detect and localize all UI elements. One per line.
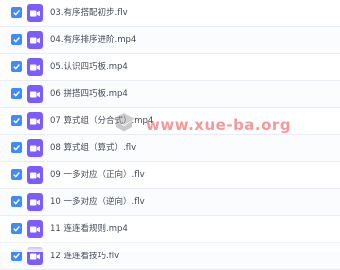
file-name: 08 算式组（算式）.flv <box>50 143 137 153</box>
checkbox-checked-icon[interactable] <box>11 169 22 180</box>
bottom-fade <box>0 238 340 252</box>
list-item[interactable]: 05.认识四巧板.mp4 <box>0 54 340 81</box>
video-file-icon <box>27 4 43 22</box>
file-name: 09 一多对应（正向）.flv <box>50 170 145 180</box>
video-file-icon <box>27 220 43 238</box>
checkbox-checked-icon[interactable] <box>11 61 22 72</box>
file-name: 11 连连看规则.mp4 <box>50 224 128 234</box>
video-file-icon <box>27 166 43 184</box>
video-file-icon <box>27 85 43 103</box>
video-file-icon <box>27 58 43 76</box>
checkbox-checked-icon[interactable] <box>11 196 22 207</box>
file-name: 06 拼搭四巧板.mp4 <box>50 89 128 99</box>
video-file-icon <box>27 193 43 211</box>
video-file-icon <box>27 139 43 157</box>
file-name: 04.有序排序进阶.mp4 <box>50 35 137 45</box>
video-file-icon <box>27 112 43 130</box>
list-item[interactable]: 04.有序排序进阶.mp4 <box>0 27 340 54</box>
video-file-icon <box>27 31 43 49</box>
checkbox-checked-icon[interactable] <box>11 34 22 45</box>
list-item[interactable]: 03.有序搭配初步.flv <box>0 0 340 27</box>
watermark-text: www.xue-ba.org <box>146 116 292 134</box>
list-item[interactable]: 06 拼搭四巧板.mp4 <box>0 81 340 108</box>
watermark-logo-icon <box>113 113 135 132</box>
checkbox-checked-icon[interactable] <box>11 88 22 99</box>
checkbox-checked-icon[interactable] <box>11 7 22 18</box>
checkbox-checked-icon[interactable] <box>11 223 22 234</box>
file-name: 07 算式组（分合式）.mp4 <box>50 116 154 126</box>
file-name: 10 一多对应（逆向）.flv <box>50 197 145 207</box>
checkbox-checked-icon[interactable] <box>11 142 22 153</box>
file-name: 05.认识四巧板.mp4 <box>50 62 128 72</box>
file-name: 03.有序搭配初步.flv <box>50 8 128 18</box>
list-item[interactable]: 09 一多对应（正向）.flv <box>0 162 340 189</box>
list-item[interactable]: 10 一多对应（逆向）.flv <box>0 189 340 216</box>
file-list: 03.有序搭配初步.flv 04.有序排序进阶.mp4 05.认识四巧板.mp4… <box>0 0 340 270</box>
checkbox-checked-icon[interactable] <box>11 115 22 126</box>
list-item[interactable]: 08 算式组（算式）.flv <box>0 135 340 162</box>
